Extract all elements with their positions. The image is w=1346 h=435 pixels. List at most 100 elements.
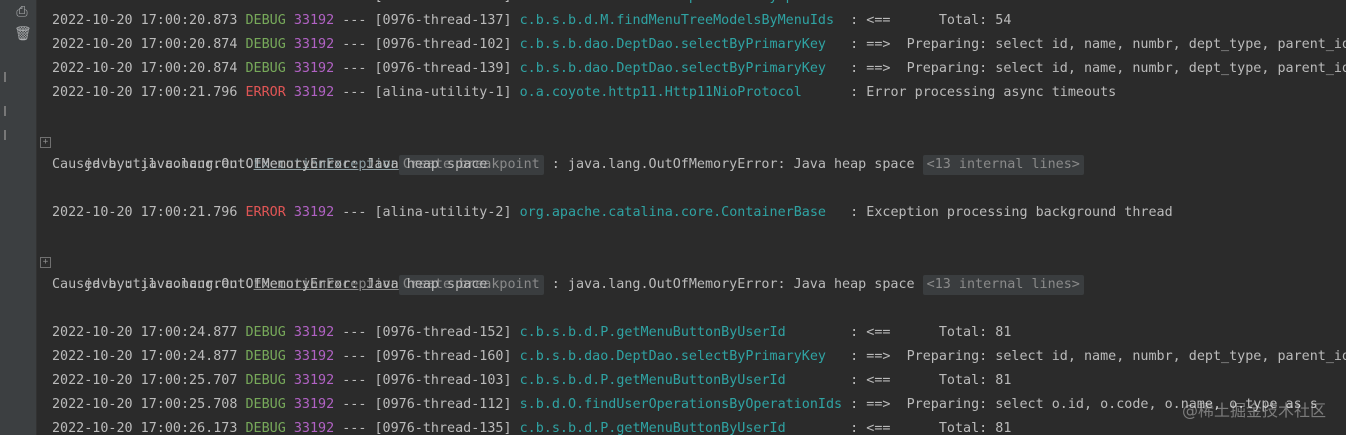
log-timestamp: 2022-10-20 17:00:25.707 bbox=[52, 373, 238, 388]
toolbar-divider bbox=[0, 72, 6, 82]
log-line: 2022-10-20 17:00:20.873 DEBUG 33192 --- … bbox=[52, 9, 1011, 33]
log-line: 2022-10-20 17:00:25.708 DEBUG 33192 --- … bbox=[52, 393, 1318, 417]
log-line: 2022-10-20 17:00:24.877 DEBUG 33192 --- … bbox=[52, 345, 1346, 369]
log-separator: --- bbox=[342, 373, 367, 388]
log-message: : <== Total: 81 bbox=[785, 325, 1012, 340]
log-logger-link[interactable]: c.b.s.b.dao.DeptDao.selectByPrimaryKey bbox=[520, 61, 826, 76]
log-timestamp: 2022-10-20 17:00:21.796 bbox=[52, 85, 238, 100]
internal-lines-fold[interactable]: <13 internal lines> bbox=[922, 275, 1084, 295]
log-message: : Error processing async timeouts bbox=[801, 85, 1117, 100]
log-level: ERROR bbox=[245, 85, 286, 100]
log-message: : ==> Preparing: select id, name, numbr,… bbox=[825, 61, 1346, 76]
fold-toggle-icon[interactable]: + bbox=[40, 137, 51, 148]
print-icon[interactable]: ⎙ bbox=[14, 4, 30, 20]
log-line: 2022-10-20 17:00:21.796 ERROR 33192 --- … bbox=[52, 81, 1116, 105]
log-level: DEBUG bbox=[245, 61, 286, 76]
exception-line: java.util.concurrent.ExecutionException C… bbox=[52, 129, 1084, 175]
log-thread: [0976-thread-160] bbox=[374, 349, 512, 364]
log-line: 2022-10-20 17:00:21.796 ERROR 33192 --- … bbox=[52, 201, 1173, 225]
log-thread: [0976-thread-135] bbox=[374, 421, 512, 435]
log-thread: [0976-thread-152] bbox=[374, 325, 512, 340]
log-level: DEBUG bbox=[245, 421, 286, 435]
log-separator: --- bbox=[342, 61, 367, 76]
exception-message: : java.lang.OutOfMemoryError: Java heap … bbox=[543, 277, 923, 292]
log-pid: 33192 bbox=[293, 37, 335, 52]
log-separator: --- bbox=[342, 37, 367, 52]
log-thread: [0976-thread-139] bbox=[374, 61, 512, 76]
log-pid: 33192 bbox=[293, 349, 335, 364]
toolbar-divider bbox=[0, 106, 6, 116]
log-pid: 33192 bbox=[293, 421, 335, 435]
log-separator: --- bbox=[342, 325, 367, 340]
log-logger-link[interactable]: org.apache.catalina.core.ContainerBase bbox=[520, 205, 826, 220]
log-logger-link[interactable]: o.a.coyote.http11.Http11NioProtocol bbox=[520, 85, 802, 100]
log-separator: --- bbox=[342, 421, 367, 435]
log-thread: [0976-thread-117] bbox=[375, 0, 512, 4]
log-separator: --- bbox=[342, 397, 367, 412]
log-logger-link[interactable]: c.b.s.b.d.P.getMenuButtonByUserId bbox=[520, 373, 786, 388]
log-level: DEBUG bbox=[245, 349, 286, 364]
toolbar-divider bbox=[0, 130, 6, 140]
log-separator: --- bbox=[342, 13, 367, 28]
log-level: DEBUG bbox=[245, 325, 286, 340]
log-message: : <== Total: 27 bbox=[874, 0, 1043, 4]
log-thread: [0976-thread-137] bbox=[374, 13, 512, 28]
log-thread: [alina-utility-1] bbox=[374, 85, 512, 100]
log-message: : <== Total: 81 bbox=[785, 373, 1012, 388]
log-logger-link[interactable]: c.b.s.b.d.P.getMenuButtonByUserId bbox=[520, 325, 786, 340]
log-level: DEBUG bbox=[245, 13, 286, 28]
log-line: 2022-10-20 17:00:20.874 DEBUG 33192 --- … bbox=[52, 33, 1346, 57]
log-line: 2022-10-20 17:00:26.173 DEBUG 33192 --- … bbox=[52, 417, 1011, 435]
log-pid: 33192 bbox=[293, 397, 335, 412]
log-level: DEBUG bbox=[245, 37, 286, 52]
watermark: @稀土掘金技术社区 bbox=[1181, 401, 1326, 420]
log-timestamp: 2022-10-20 17:00:20.874 bbox=[52, 61, 238, 76]
log-timestamp: 2022-10-20 17:00:21.796 bbox=[52, 205, 238, 220]
exception-message: : java.lang.OutOfMemoryError: Java heap … bbox=[543, 157, 923, 172]
console-output[interactable]: 2022-10-20 17:00:20.873 DEBUG 33192 --- … bbox=[36, 0, 1346, 435]
log-timestamp: 2022-10-20 17:00:26.173 bbox=[52, 421, 238, 435]
log-level: DEBUG bbox=[246, 0, 286, 4]
log-message: : <== Total: 54 bbox=[834, 13, 1012, 28]
log-pid: 33192 bbox=[293, 13, 335, 28]
log-level: DEBUG bbox=[245, 397, 286, 412]
log-separator: --- bbox=[342, 0, 366, 4]
log-message: : ==> Preparing: select id, name, numbr,… bbox=[825, 37, 1346, 52]
log-message: : Exception processing background thread bbox=[825, 205, 1173, 220]
log-pid: 33192 bbox=[293, 205, 335, 220]
log-timestamp: 2022-10-20 17:00:20.874 bbox=[52, 37, 238, 52]
trash-icon[interactable]: 🗑 bbox=[14, 26, 32, 42]
log-timestamp: 2022-10-20 17:00:24.877 bbox=[52, 349, 238, 364]
log-thread: [0976-thread-103] bbox=[374, 373, 512, 388]
log-timestamp: 2022-10-20 17:00:20.873 bbox=[52, 0, 237, 4]
log-separator: --- bbox=[342, 205, 367, 220]
log-line: 2022-10-20 17:00:20.874 DEBUG 33192 --- … bbox=[52, 57, 1346, 81]
log-line: 2022-10-20 17:00:24.877 DEBUG 33192 --- … bbox=[52, 321, 1011, 345]
log-message: : ==> Preparing: select id, name, numbr,… bbox=[825, 349, 1346, 364]
exception-line: java.util.concurrent.ExecutionException C… bbox=[52, 249, 1084, 295]
log-line: 2022-10-20 17:00:25.707 DEBUG 33192 --- … bbox=[52, 369, 1011, 393]
log-logger-link[interactable]: c.b.s.b.dao.DeptDao.selectByPrimaryKey bbox=[520, 349, 826, 364]
caused-by-line: Caused by: java.lang.OutOfMemoryError: J… bbox=[52, 157, 488, 172]
log-message: : <== Total: 81 bbox=[785, 421, 1012, 435]
log-level: DEBUG bbox=[245, 373, 286, 388]
log-logger-link[interactable]: o.b.s.b.d.U.findUserOperationsByOperatio… bbox=[520, 0, 875, 4]
log-pid: 33192 bbox=[294, 0, 334, 4]
internal-lines-fold[interactable]: <13 internal lines> bbox=[922, 155, 1084, 175]
log-thread: [0976-thread-102] bbox=[374, 37, 512, 52]
log-logger-link[interactable]: s.b.d.O.findUserOperationsByOperationIds bbox=[520, 397, 842, 412]
log-level: ERROR bbox=[245, 205, 286, 220]
fold-toggle-icon[interactable]: + bbox=[40, 257, 51, 268]
log-logger-link[interactable]: c.b.s.b.d.M.findMenuTreeModelsByMenuIds bbox=[520, 13, 834, 28]
log-thread: [alina-utility-2] bbox=[374, 205, 512, 220]
log-separator: --- bbox=[342, 85, 367, 100]
log-pid: 33192 bbox=[293, 373, 335, 388]
log-pid: 33192 bbox=[293, 325, 335, 340]
log-timestamp: 2022-10-20 17:00:20.873 bbox=[52, 13, 238, 28]
log-logger-link[interactable]: c.b.s.b.dao.DeptDao.selectByPrimaryKey bbox=[520, 37, 826, 52]
log-thread: [0976-thread-112] bbox=[374, 397, 512, 412]
log-pid: 33192 bbox=[293, 85, 335, 100]
log-pid: 33192 bbox=[293, 61, 335, 76]
log-line: 2022-10-20 17:00:20.873 DEBUG 33192 --- … bbox=[52, 0, 1044, 9]
log-logger-link[interactable]: c.b.s.b.d.P.getMenuButtonByUserId bbox=[520, 421, 786, 435]
